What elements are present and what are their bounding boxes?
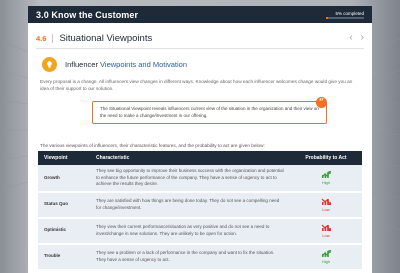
cell-probability: Low [290, 217, 362, 245]
viewpoints-table: Viewpoint Characteristic Probability to … [38, 151, 362, 271]
chevron-right-icon[interactable]: › [361, 33, 364, 43]
intro-heading: Influencer Viewpoints and Motivation [42, 57, 187, 72]
course-header-bar: 3.0 Know the Customer 5% completed [28, 6, 372, 23]
quote-icon: “ [316, 97, 327, 108]
cell-characteristic: They see big opportunity to improve thei… [90, 165, 290, 193]
progress-text: 5% completed [335, 10, 364, 16]
course-title: 3.0 Know the Customer [36, 9, 139, 20]
intro-body: Every proposal is a change. All influenc… [40, 79, 353, 91]
chevron-left-icon[interactable]: ‹ [349, 33, 352, 43]
table-caption: The various viewpoints of influencers, t… [40, 143, 265, 148]
header-viewpoint: Viewpoint [38, 151, 90, 165]
quote-text: The Situational Viewpoint reveals influe… [100, 106, 319, 118]
cell-characteristic: They see a problem or a lack of performa… [90, 243, 290, 271]
progress-bar [326, 16, 364, 19]
table-row: Growth They see big opportunity to improv… [38, 165, 362, 193]
cell-probability: High [290, 243, 362, 271]
section-nav: ‹ › [349, 33, 364, 43]
cell-viewpoint: Growth [38, 165, 90, 193]
table-row: Trouble They see a problem or a lack of p… [38, 243, 362, 271]
header-probability: Probability to Act [290, 151, 362, 165]
table-row: Status Quo They are satisfied with how th… [38, 191, 362, 219]
header-divider [52, 33, 54, 43]
header-divider-line [36, 48, 364, 49]
header-characteristic: Characteristic [90, 151, 290, 165]
trend-down-icon: Low [321, 196, 332, 214]
intro-title-prefix: Influencer [65, 60, 98, 69]
cell-characteristic: They are satisfied with how things are b… [90, 191, 290, 219]
section-header: 4.6 Situational Viewpoints ‹ › [36, 30, 364, 46]
probability-label: High [321, 258, 331, 264]
table-row: Optimistic They view their current perfor… [38, 217, 362, 245]
section-number: 4.6 [36, 33, 47, 43]
trend-up-icon: High [321, 248, 332, 266]
cell-viewpoint: Trouble [38, 243, 90, 271]
cell-probability: Low [290, 191, 362, 219]
lightbulb-icon [42, 57, 57, 72]
content-card: 4.6 Situational Viewpoints ‹ › Influence… [28, 23, 372, 273]
probability-label: Low [322, 206, 330, 212]
cell-viewpoint: Optimistic [38, 217, 90, 245]
section-title: Situational Viewpoints [59, 32, 153, 44]
trend-down-icon: Low [321, 222, 332, 240]
trend-up-icon: High [321, 169, 332, 187]
probability-label: High [321, 180, 331, 185]
probability-label: Low [322, 232, 330, 238]
cell-probability: High [290, 165, 362, 193]
intro-title-main: Viewpoints and Motivation [100, 60, 188, 69]
intro-title: Influencer Viewpoints and Motivation [65, 60, 187, 69]
progress-fill [326, 16, 328, 19]
table-header-row: Viewpoint Characteristic Probability to … [38, 151, 362, 165]
cell-viewpoint: Status Quo [38, 191, 90, 219]
progress-indicator: 5% completed [326, 11, 364, 19]
cell-characteristic: They view their current performance/situ… [90, 217, 290, 245]
quote-box: The Situational Viewpoint reveals influe… [92, 101, 327, 124]
